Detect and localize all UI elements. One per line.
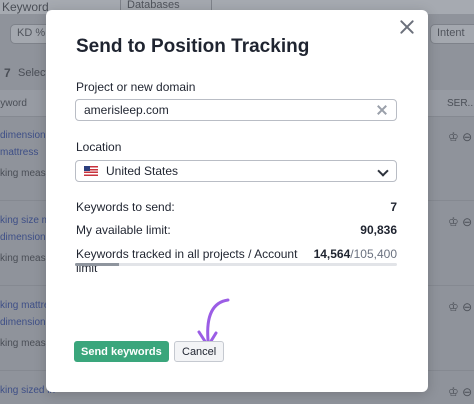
- close-icon[interactable]: [398, 18, 416, 36]
- modal-overlay: Send to Position Tracking Project or new…: [0, 0, 474, 404]
- tracked-limit-label: Keywords tracked in all projects / Accou…: [76, 247, 298, 275]
- us-flag-icon: [84, 166, 98, 176]
- send-to-position-tracking-dialog: Send to Position Tracking Project or new…: [46, 10, 428, 392]
- clear-input-icon[interactable]: [376, 104, 388, 116]
- chevron-down-icon: [377, 165, 389, 177]
- available-limit-value: 90,836: [360, 223, 397, 237]
- limit-progress-fill: [75, 263, 120, 266]
- dialog-title: Send to Position Tracking: [76, 36, 310, 57]
- cancel-button[interactable]: Cancel: [174, 341, 225, 362]
- location-select[interactable]: United States: [75, 160, 397, 182]
- available-limit-label: My available limit:: [76, 223, 171, 237]
- tracked-limit-row: Keywords tracked in all projects / Accou…: [76, 247, 397, 275]
- send-keywords-button[interactable]: Send keywords: [74, 341, 169, 362]
- project-domain-value: amerisleep.com: [84, 103, 169, 117]
- keywords-to-send-row: Keywords to send: 7: [76, 200, 397, 214]
- keywords-to-send-value: 7: [390, 200, 397, 214]
- location-value: United States: [106, 164, 179, 178]
- project-label: Project or new domain: [76, 80, 196, 94]
- limit-progress-bar: [75, 263, 397, 266]
- location-label: Location: [76, 140, 122, 154]
- available-limit-row: My available limit: 90,836: [76, 223, 397, 237]
- project-domain-input[interactable]: amerisleep.com: [75, 99, 397, 121]
- keywords-to-send-label: Keywords to send:: [76, 200, 175, 214]
- tracked-limit-value: 14,564/105,400: [313, 247, 397, 261]
